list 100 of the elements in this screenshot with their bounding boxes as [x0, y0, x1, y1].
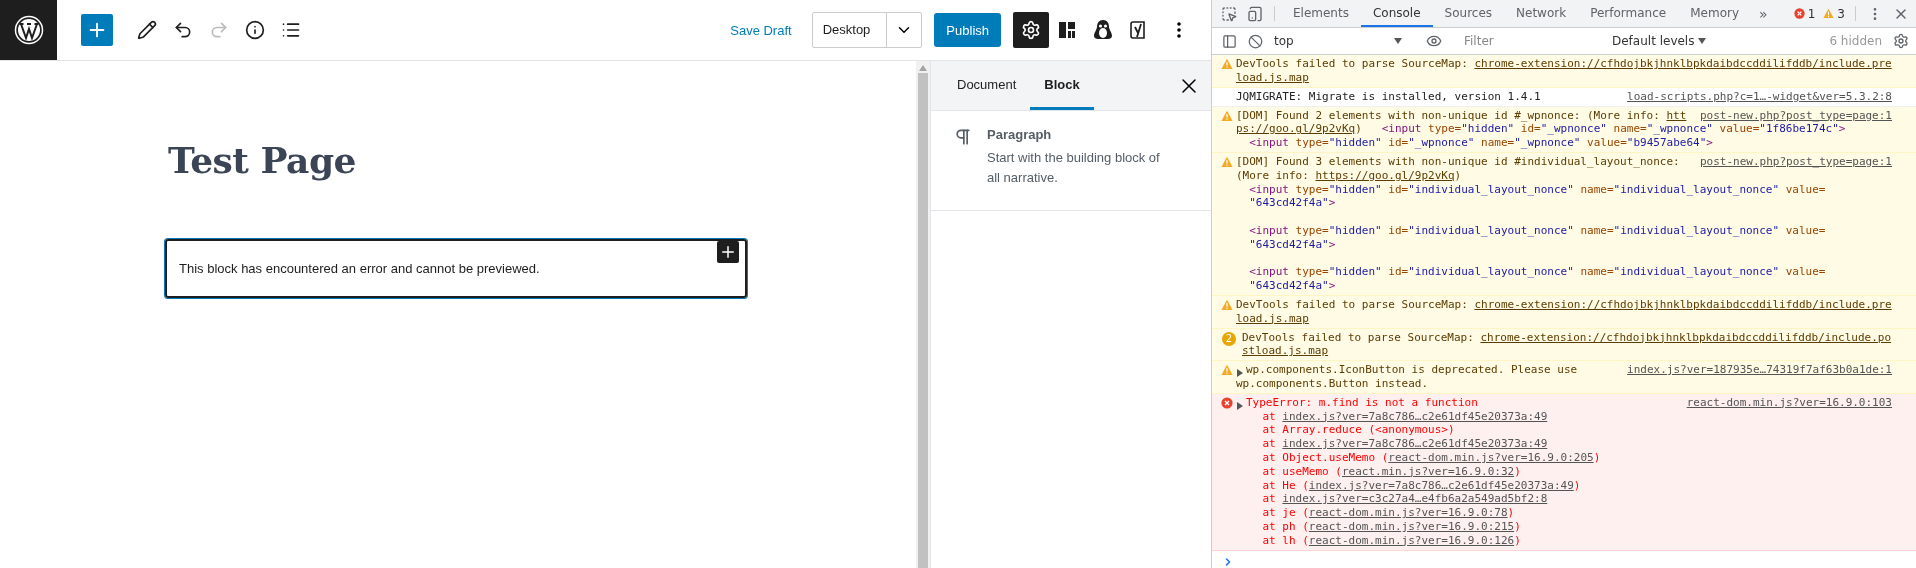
markup-tag: > — [1328, 196, 1336, 211]
error-counter[interactable]: 1 — [1789, 0, 1820, 27]
message-link[interactable]: chrome-extension://cfhdojbkjhnklbpkdaibdccddilifddb/include.pre — [1474, 297, 1892, 312]
message-text: at — [1261, 409, 1277, 424]
settings-button[interactable] — [1013, 12, 1049, 48]
markup-value: "individual_layout_nonce" — [1408, 182, 1574, 197]
markup-value: "hidden" — [1328, 265, 1382, 280]
dropdown-caret-icon — [1394, 38, 1402, 44]
warning-icon — [1221, 109, 1233, 122]
devtools-tab[interactable]: Network — [1504, 0, 1579, 27]
message-link[interactable]: htt — [1666, 108, 1687, 123]
markup-value: "_wpnonce" — [1514, 136, 1581, 150]
publish-button[interactable]: Publish — [934, 13, 1001, 47]
error-icon — [1793, 8, 1805, 19]
sidebar-tab[interactable]: Block — [1030, 61, 1094, 110]
message-text: [DOM] Found 2 elements with non-unique id #_wpnonce: (More info: — [1236, 108, 1661, 123]
message-link[interactable]: stload.js.map — [1242, 344, 1329, 359]
context-select[interactable]: top — [1268, 34, 1408, 48]
hidden-count: 6 hidden — [1828, 34, 1883, 48]
expand-arrow-icon[interactable] — [1236, 401, 1244, 410]
message-text: at Object.useMemo ( — [1261, 450, 1389, 465]
message-link[interactable]: react-dom.min.js?ver=16.9.0:205 — [1388, 450, 1594, 465]
add-block-button[interactable] — [81, 14, 113, 46]
markup-attribute: value= — [1718, 122, 1760, 137]
markup-tag: <input — [1236, 136, 1289, 150]
markup-attribute: id= — [1387, 265, 1409, 280]
sidebar-tab[interactable]: Document — [943, 61, 1031, 110]
markup-value: "hidden" — [1328, 136, 1382, 150]
repeat-count-badge: 2 — [1222, 331, 1236, 346]
markup-attribute: type= — [1294, 223, 1329, 238]
markup-value: "individual_layout_nonce" — [1613, 182, 1780, 197]
layout-grid-icon — [1058, 21, 1076, 39]
preview-device-select[interactable]: Desktop — [811, 12, 923, 48]
devtools-tab[interactable]: Memory — [1678, 0, 1751, 27]
message-link[interactable]: index.js?ver=7a8c786…c2e61df45e20373a:49 — [1282, 437, 1548, 451]
markup-tag: > — [1328, 237, 1336, 252]
markup-tag: <input — [1381, 122, 1422, 137]
markup-value: "individual_layout_nonce" — [1613, 223, 1780, 238]
devtools-tab[interactable]: Elements — [1281, 0, 1361, 27]
page-title[interactable]: Test Page — [168, 139, 916, 181]
message-link[interactable]: index.js?ver=7a8c786…c2e61df45e20373a:49 — [1282, 409, 1548, 424]
markup-attribute: type= — [1294, 182, 1329, 197]
markup-attribute: name= — [1579, 265, 1614, 280]
markup-attribute: name= — [1579, 223, 1614, 238]
message-text: wp.components.Button instead. — [1236, 376, 1429, 391]
devtools-tab[interactable]: Performance — [1578, 0, 1679, 27]
scrollbar-thumb[interactable] — [918, 73, 928, 568]
source-link[interactable]: react-dom.min.js?ver=16.9.0:103 — [1686, 395, 1892, 410]
undo-icon — [173, 20, 193, 40]
sidebar-toggle-icon[interactable] — [1221, 33, 1237, 49]
error-block[interactable]: This block has encountered an error and cannot be previewed. — [165, 239, 747, 298]
message-text: ) — [1593, 450, 1601, 465]
message-link[interactable]: chrome-extension://cfhdojbkjhnklbpkdaibdccddilifddb/include.pre — [1474, 57, 1892, 71]
source-link[interactable]: load-scripts.php?c=1…-widget&ver=5.3.2:8 — [1627, 89, 1892, 104]
message-link[interactable]: load.js.map — [1236, 311, 1309, 326]
markup-value: "b9457abe64" — [1626, 136, 1707, 150]
settings-icon[interactable] — [1893, 33, 1909, 49]
message-text: at useMemo ( — [1261, 464, 1342, 479]
redo-icon — [209, 20, 229, 40]
wordpress-logo[interactable] — [0, 0, 57, 60]
message-link[interactable]: ps://goo.gl/9p2vKq — [1236, 122, 1356, 137]
message-link[interactable]: react-dom.min.js?ver=16.9.0:78 — [1308, 506, 1508, 520]
message-link[interactable]: index.js?ver=7a8c786…c2e61df45e20373a:49 — [1308, 478, 1574, 493]
markup-attribute: id= — [1387, 136, 1409, 150]
message-text: ) — [1507, 506, 1515, 520]
save-draft-link[interactable]: Save Draft — [710, 22, 812, 38]
source-link[interactable]: index.js?ver=187935e…74319f7af63b0a1de:1 — [1627, 363, 1892, 378]
message-link[interactable]: react-dom.min.js?ver=16.9.0:215 — [1308, 519, 1515, 534]
live-expression-icon[interactable] — [1426, 33, 1442, 49]
log-levels-select[interactable]: Default levels — [1606, 34, 1713, 48]
markup-value: "643cd42f4a" — [1248, 279, 1329, 293]
inspect-icon[interactable] — [1221, 5, 1237, 22]
message-link[interactable]: react.min.js?ver=16.9.0:32 — [1341, 464, 1515, 479]
add-block-button[interactable] — [717, 241, 739, 263]
message-link[interactable]: chrome-extension://cfhdojbkjhnklbpkdaibdccddilifddb/include.po — [1480, 330, 1892, 345]
markup-tag: > — [1838, 122, 1846, 137]
device-toolbar-icon[interactable] — [1247, 5, 1263, 22]
message-link[interactable]: react-dom.min.js?ver=16.9.0:126 — [1308, 533, 1515, 548]
message-text: wp.components.IconButton is deprecated. Please use — [1246, 363, 1578, 377]
expand-arrow-icon[interactable] — [1236, 368, 1244, 377]
markup-value: "individual_layout_nonce" — [1613, 265, 1780, 280]
source-link[interactable]: post-new.php?post_type=page:1 — [1699, 155, 1892, 169]
devtools-tab[interactable]: Sources — [1432, 0, 1505, 27]
message-text: ) — [1514, 533, 1521, 548]
message-text: at lh ( — [1261, 533, 1309, 548]
devtools-tab[interactable]: Console — [1360, 0, 1433, 27]
dropdown-caret-icon — [1698, 38, 1707, 44]
warning-icon — [1221, 298, 1233, 311]
source-link[interactable]: post-new.php?post_type=page:1 — [1699, 108, 1892, 123]
message-link[interactable]: https://goo.gl/9p2vKq — [1315, 168, 1455, 183]
message-link[interactable]: load.js.map — [1236, 70, 1309, 85]
message-text: at — [1261, 492, 1277, 507]
warning-counter[interactable]: 3 — [1819, 0, 1849, 27]
markup-tag: <input — [1236, 182, 1289, 197]
paragraph-icon — [953, 127, 973, 147]
clear-console-icon[interactable] — [1247, 33, 1263, 49]
markup-attribute: name= — [1579, 182, 1614, 197]
message-link[interactable]: index.js?ver=c3c27a4…e4fb6a2a549ad5bf2:8 — [1282, 492, 1548, 507]
more-tabs-button[interactable]: » — [1751, 0, 1776, 27]
pencil-icon — [137, 20, 157, 40]
